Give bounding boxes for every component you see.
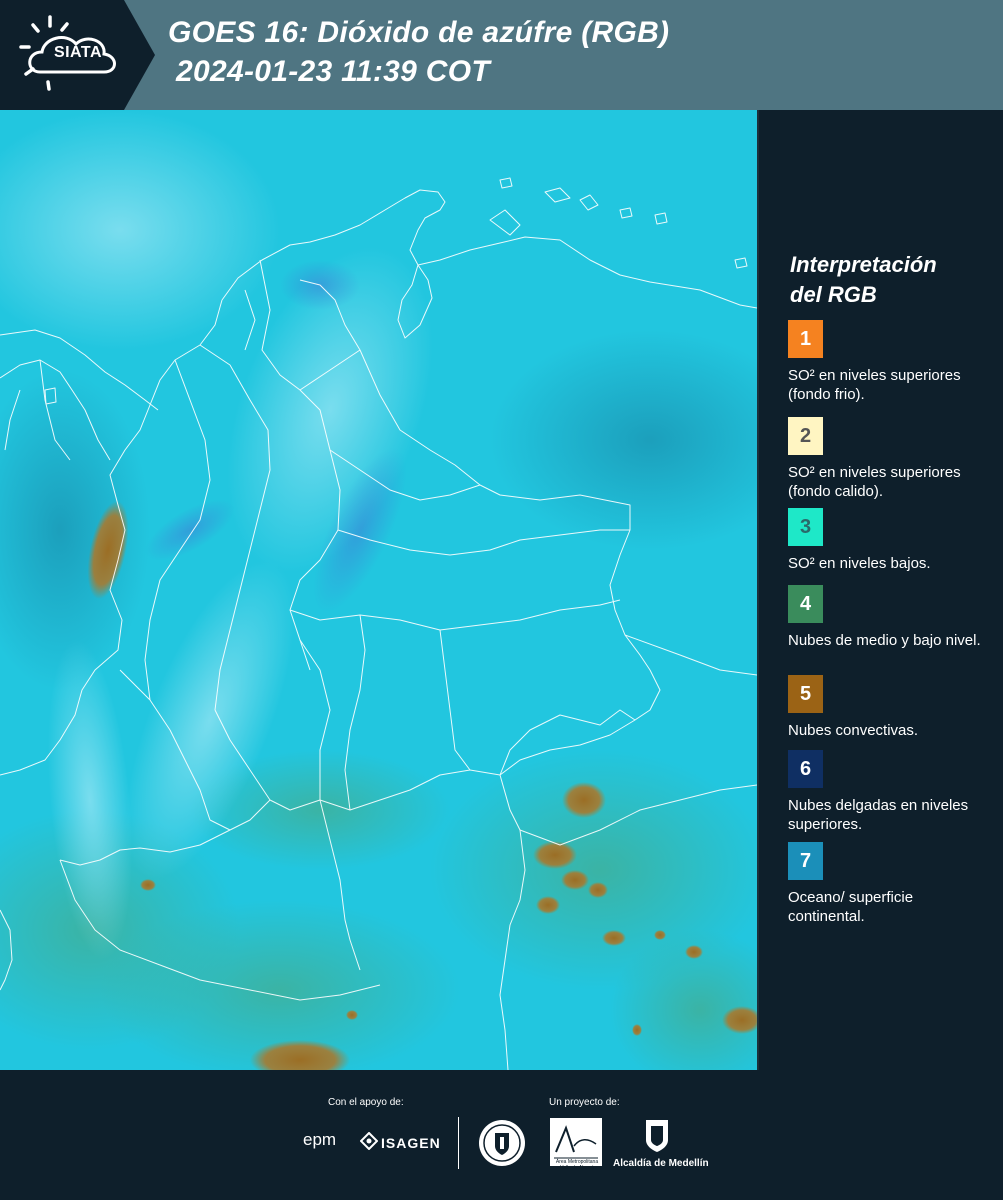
logo-text: SIATA xyxy=(53,44,103,61)
legend-swatch-3: 3 xyxy=(788,508,823,546)
footer-divider xyxy=(458,1117,459,1169)
satellite-map[interactable] xyxy=(0,110,759,1070)
legend-swatch-5: 5 xyxy=(788,675,823,713)
page-title: GOES 16: Dióxido de azúfre (RGB) xyxy=(168,16,670,49)
legend-item-6: 6 Nubes delgadas en niveles superiores. xyxy=(788,750,993,834)
legend-label-3: SO² en niveles bajos. xyxy=(788,555,931,572)
legend-label-4: Nubes de medio y bajo nivel. xyxy=(788,632,981,649)
legend-item-7: 7 Oceano/ superficie continental. xyxy=(788,842,993,926)
legend-swatch-6: 6 xyxy=(788,750,823,788)
legend-swatch-7: 7 xyxy=(788,842,823,880)
legend-label-1: SO² en niveles superiores (fondo frio). xyxy=(788,367,961,403)
medellin-seal-icon[interactable] xyxy=(477,1118,527,1168)
legend-swatch-4: 4 xyxy=(788,585,823,623)
header-bar: SIATA GOES 16: Dióxido de azúfre (RGB) 2… xyxy=(0,0,1003,110)
legend-title-line1: Interpretación xyxy=(790,252,937,277)
legend-label-2: SO² en niveles superiores (fondo calido)… xyxy=(788,464,961,500)
legend-label-7: Oceano/ superficie continental. xyxy=(788,889,914,925)
alcaldia-label[interactable]: Alcaldía de Medellín xyxy=(613,1158,709,1169)
legend-label-5: Nubes convectivas. xyxy=(788,722,919,739)
legend-title-line2: del RGB xyxy=(790,282,877,307)
isagen-logo[interactable]: ISAGEN xyxy=(381,1135,441,1151)
legend-item-2: 2 SO² en niveles superiores (fondo calid… xyxy=(788,417,993,501)
project-label: Un proyecto de: xyxy=(549,1097,620,1108)
satellite-image xyxy=(0,110,757,1070)
legend-panel: Interpretación del RGB 1 SO² en niveles … xyxy=(762,110,1003,1070)
legend-title: Interpretación del RGB xyxy=(790,250,990,310)
support-label: Con el apoyo de: xyxy=(328,1097,404,1108)
legend-label-6: Nubes delgadas en niveles superiores. xyxy=(788,797,969,833)
area-metropolitana-caption: Área Metropolitana Valle de Aburrá xyxy=(555,1159,599,1171)
isagen-icon xyxy=(360,1132,378,1150)
legend-item-4: 4 Nubes de medio y bajo nivel. xyxy=(788,585,993,650)
page-timestamp: 2024-01-23 11:39 COT xyxy=(176,55,490,88)
epm-logo[interactable]: epm xyxy=(303,1130,336,1150)
legend-item-5: 5 Nubes convectivas. xyxy=(788,675,993,740)
alcaldia-shield-icon[interactable] xyxy=(644,1118,670,1154)
legend-swatch-2: 2 xyxy=(788,417,823,455)
legend-item-1: 1 SO² en niveles superiores (fondo frio)… xyxy=(788,320,993,404)
legend-item-3: 3 SO² en niveles bajos. xyxy=(788,508,993,573)
legend-swatch-1: 1 xyxy=(788,320,823,358)
footer: Con el apoyo de: Un proyecto de: epm ISA… xyxy=(0,1070,1003,1200)
siata-logo[interactable]: SIATA xyxy=(0,0,155,110)
